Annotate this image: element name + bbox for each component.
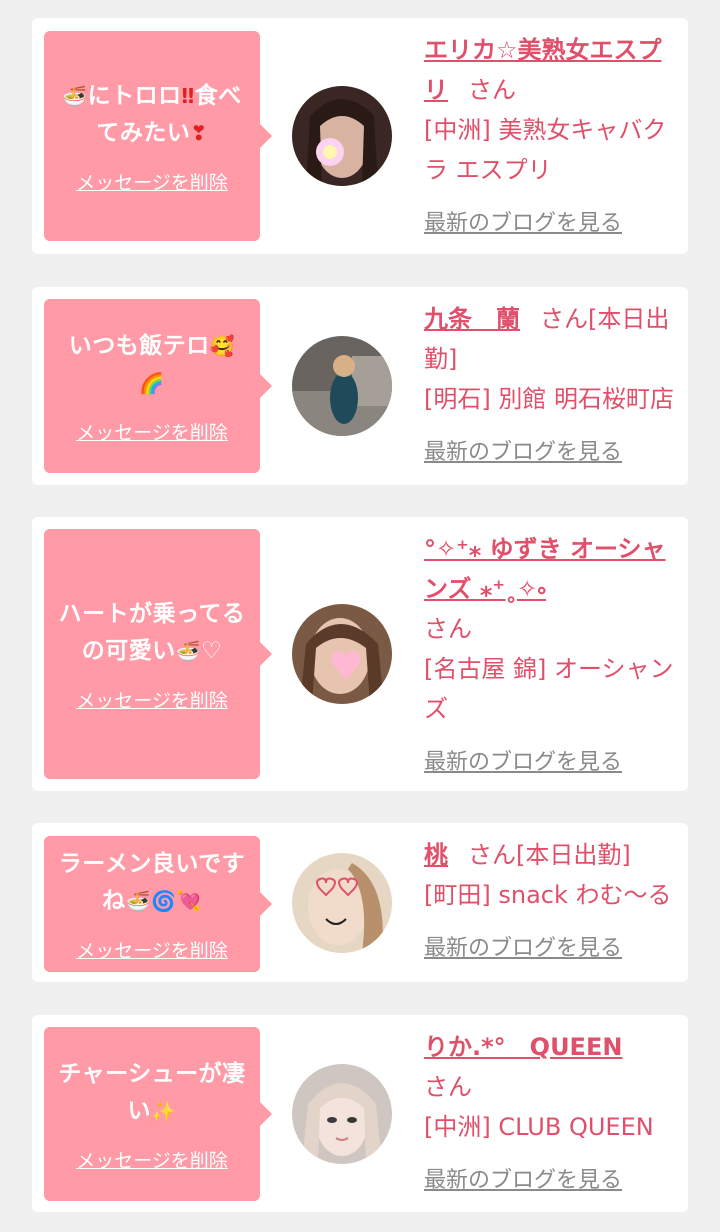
latest-blog-link[interactable]: 最新のブログを見る	[424, 929, 680, 969]
honorific: さん	[468, 76, 516, 104]
message-bubble: ハートが乗ってるの可愛い🍜♡ メッセージを削除	[44, 529, 272, 779]
rainbow-icon: 🌈	[139, 370, 165, 395]
latest-blog-link[interactable]: 最新のブログを見る	[424, 1161, 680, 1201]
smiling-hearts-face-icon: 🥰	[209, 333, 236, 358]
delete-message-link[interactable]: メッセージを削除	[76, 936, 228, 963]
message-card: チャーシューが凄い✨ メッセージを削除 りか.*° QUEEN さん [中洲] C…	[32, 1015, 688, 1212]
heart-exclamation-icon: ❣	[190, 120, 208, 145]
message-text: いつも飯テロ🥰 🌈	[69, 328, 235, 402]
cast-info: °✧⁺⁎ ゆずき オーシャンズ ⁎⁺˳✧༚ さん [名古屋 錦] オーシャンズ 最…	[424, 529, 680, 783]
latest-blog-link[interactable]: 最新のブログを見る	[424, 204, 680, 244]
latest-blog-link[interactable]: 最新のブログを見る	[424, 743, 680, 783]
delete-message-link[interactable]: メッセージを削除	[76, 418, 228, 445]
cast-info: エリカ☆美熟女エスプリ さん [中洲] 美熟女キャバクラ エスプリ 最新のブログを…	[424, 30, 680, 244]
avatar[interactable]	[292, 604, 392, 704]
delete-message-link[interactable]: メッセージを削除	[76, 686, 228, 713]
honorific: さん	[424, 615, 472, 643]
cast-info: 桃さん[本日出勤] [町田] snack わむ〜る 最新のブログを見る	[424, 835, 680, 969]
cast-info: りか.*° QUEEN さん [中洲] CLUB QUEEN 最新のブログを見る	[424, 1027, 680, 1201]
shop-name: [中洲] 美熟女キャバクラ エスプリ	[424, 116, 667, 184]
honorific: さん	[540, 305, 588, 333]
delete-message-link[interactable]: メッセージを削除	[76, 168, 228, 195]
cast-name-link[interactable]: エリカ☆美熟女エスプリ	[424, 36, 662, 104]
cast-name-link[interactable]: 桃	[424, 841, 448, 869]
message-card: 🍜にトロロ‼食べてみたい❣ メッセージを削除 エリカ☆美熟女エスプリ さん [中洲…	[32, 18, 688, 254]
message-bubble: 🍜にトロロ‼食べてみたい❣ メッセージを削除	[44, 31, 272, 241]
cast-name-link[interactable]: 九条 蘭	[424, 305, 520, 333]
ramen-bowl-icon: 🍜	[62, 83, 88, 108]
double-exclamation-icon: ‼	[181, 83, 195, 108]
ramen-bowl-icon: 🍜	[125, 888, 152, 913]
status-badge: [本日出勤]	[516, 841, 631, 869]
shop-name: [町田] snack わむ〜る	[424, 881, 672, 909]
cast-info: 九条 蘭さん[本日出勤] [明石] 別館 明石桜町店 最新のブログを見る	[424, 299, 680, 473]
sparkles-icon: ✨	[151, 1098, 177, 1123]
avatar[interactable]	[292, 86, 392, 186]
message-card: ラーメン良いですね🍜🌀💘 メッセージを削除 桃さん[本日出勤] [町田] sna…	[32, 823, 688, 982]
shop-name: [中洲] CLUB QUEEN	[424, 1113, 654, 1141]
cast-name-link[interactable]: りか.*° QUEEN	[424, 1033, 622, 1061]
honorific: さん	[468, 841, 516, 869]
shop-name: [名古屋 錦] オーシャンズ	[424, 655, 674, 723]
avatar[interactable]	[292, 1064, 392, 1164]
message-card: ハートが乗ってるの可愛い🍜♡ メッセージを削除 °✧⁺⁎ ゆずき オーシャンズ …	[32, 517, 688, 791]
delete-message-link[interactable]: メッセージを削除	[76, 1146, 228, 1173]
message-bubble: ラーメン良いですね🍜🌀💘 メッセージを削除	[44, 836, 272, 972]
honorific: さん	[424, 1073, 472, 1101]
latest-blog-link[interactable]: 最新のブログを見る	[424, 433, 680, 473]
message-text: チャーシューが凄い✨	[54, 1056, 250, 1130]
message-list: 🍜にトロロ‼食べてみたい❣ メッセージを削除 エリカ☆美熟女エスプリ さん [中洲…	[0, 0, 720, 1232]
message-bubble: チャーシューが凄い✨ メッセージを削除	[44, 1027, 272, 1201]
message-bubble: いつも飯テロ🥰 🌈 メッセージを削除	[44, 299, 272, 473]
message-text: 🍜にトロロ‼食べてみたい❣	[54, 78, 250, 152]
cast-name-link[interactable]: °✧⁺⁎ ゆずき オーシャンズ ⁎⁺˳✧༚	[424, 535, 666, 603]
message-text: ハートが乗ってるの可愛い🍜♡	[54, 596, 250, 670]
dizzy-spiral-icon: 🌀	[151, 888, 177, 913]
heart-arrow-icon: 💘	[176, 888, 202, 913]
avatar[interactable]	[292, 853, 392, 953]
message-card: いつも飯テロ🥰 🌈 メッセージを削除 九条 蘭さん[本日出勤] [明石] 別館 明…	[32, 287, 688, 485]
shop-name: [明石] 別館 明石桜町店	[424, 385, 674, 413]
message-text: ラーメン良いですね🍜🌀💘	[54, 846, 250, 920]
ramen-bowl-icon: 🍜	[175, 638, 202, 663]
avatar[interactable]	[292, 336, 392, 436]
